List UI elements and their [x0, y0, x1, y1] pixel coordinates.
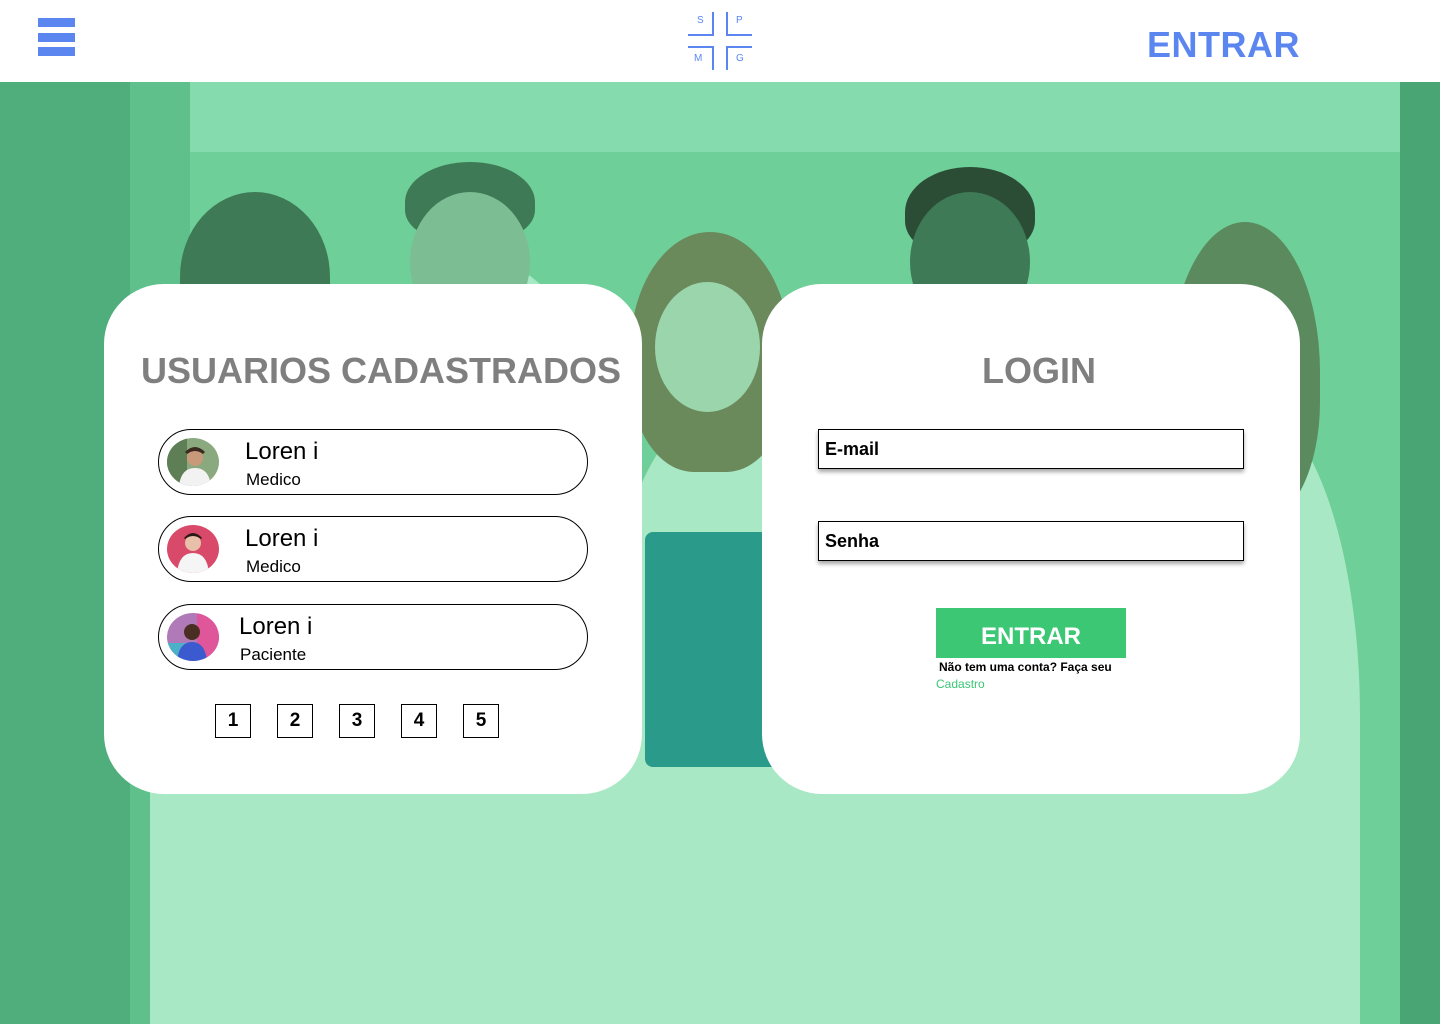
login-card: LOGIN ENTRAR Não tem uma conta? Faça seu… — [762, 284, 1300, 794]
page-button-4[interactable]: 4 — [401, 704, 437, 738]
top-bar: S P M G ENTRAR — [0, 0, 1440, 82]
avatar — [167, 438, 219, 486]
logo-letter-g: G — [736, 53, 744, 64]
email-field[interactable] — [819, 430, 1243, 468]
login-title: LOGIN — [982, 350, 1096, 391]
user-name: Loren i — [245, 438, 319, 465]
avatar — [167, 613, 219, 661]
password-field-wrapper — [818, 521, 1244, 561]
user-role: Medico — [246, 557, 301, 576]
registered-users-title: USUARIOS CADASTRADOS — [140, 350, 622, 391]
login-submit-button[interactable]: ENTRAR — [936, 608, 1126, 658]
hamburger-menu-icon[interactable] — [38, 18, 75, 64]
page-button-3[interactable]: 3 — [339, 704, 375, 738]
header-login-link[interactable]: ENTRAR — [1147, 24, 1300, 66]
user-name: Loren i — [239, 613, 313, 640]
user-role: Medico — [246, 470, 301, 489]
page-button-5[interactable]: 5 — [463, 704, 499, 738]
password-field[interactable] — [819, 522, 1243, 560]
user-list-item[interactable]: Loren i Medico — [158, 429, 588, 495]
avatar — [167, 525, 219, 573]
logo: S P M G — [688, 12, 752, 70]
signup-prompt: Não tem uma conta? Faça seu — [939, 660, 1112, 674]
user-role: Paciente — [240, 645, 307, 664]
user-list-item[interactable]: Loren i Medico — [158, 516, 588, 582]
email-field-wrapper — [818, 429, 1244, 469]
user-list-item[interactable]: Loren i Paciente — [158, 604, 588, 670]
page-button-1[interactable]: 1 — [215, 704, 251, 738]
user-name: Loren i — [245, 525, 319, 552]
signup-link[interactable]: Cadastro — [936, 677, 985, 691]
logo-letter-m: M — [694, 53, 703, 64]
registered-users-card: USUARIOS CADASTRADOS Loren i Medico Lore… — [104, 284, 642, 794]
logo-letter-s: S — [697, 15, 704, 26]
page-button-2[interactable]: 2 — [277, 704, 313, 738]
logo-letter-p: P — [736, 15, 743, 26]
